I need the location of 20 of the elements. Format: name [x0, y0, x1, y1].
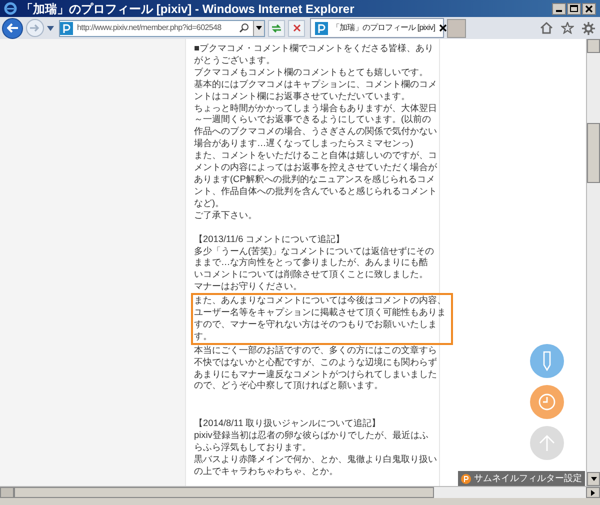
- highlighted-paragraph: また、あんまりなコメントについては今後はコメントの内容、ユーザー名等をキャプションに掲載させて頂く可能性もありますので、マナーを守れない方はそのつもりでお願いいたします。: [191, 293, 453, 345]
- paragraph: 基本的にはブクマコメはキャプションに、コメント欄のコメントはコメント欄にお返事させていただいています。: [194, 78, 437, 103]
- paragraph: 多少「うーん(苦笑)」なコメントについては返信せずにそのままで…な方向性をとって参りましたが、あんまりにも酷いコメントについては削除させて頂くことに致しました。: [194, 246, 436, 282]
- paragraph: 黒バスより赤降メインで何か、とか、鬼徹より白鬼取り扱いの上でキャラわちゃわちゃ、とか。: [194, 454, 437, 478]
- section-heading: 【2014/8/11 取り扱いジャンルについて追記】: [194, 418, 382, 430]
- paragraph: ■ブクマコメ・コメント欄でコメントをくださる皆様、ありがとうございます。: [194, 43, 435, 67]
- paragraph: pixiv登録当初は忍者の卵な彼らばかりでしたが、最近はふらふら浮気もしております。: [194, 430, 430, 454]
- paragraph: ちょっと時間がかかってしまう場合もありますが、大体翌日～一週間くらいでお返事できるようにしています。(以前の作品へのブクマコメの場合、うさぎさんの関係で気付かない場合があります…遅くなってしまったらスミマセンっ): [194, 102, 437, 150]
- thumbnail-filter-button[interactable]: サムネイルフィルター設定: [458, 471, 585, 486]
- window-title: 「加瑞」のプロフィール [pixiv] - Windows Internet Explorer: [21, 0, 356, 18]
- paragraph: また、コメントをいただけること自体は嬉しいのですが、コメントの内容によってはお返事を控えさせていただく場合があります(CP解釈への批判的なニュアンスを感じられるコメント、作品自体への批判を含んでいると感じられるコメントなど)。: [194, 150, 437, 210]
- tab-title: 「加瑞」のプロフィール [pixiv]: [332, 22, 436, 34]
- paragraph: 本当にごく一部のお話ですので、多くの方にはこの文章すら不快ではないかと心配ですが、このような辺境にも関わらずあまりにもマナー違反なコメントがつけられてしまいましたので、どうぞ心中察して頂ければと願います。: [194, 344, 437, 392]
- paragraph: マナーはお守りください。: [194, 281, 303, 294]
- browser-tab[interactable]: 「加瑞」のプロフィール [pixiv]: [310, 18, 444, 38]
- address-bar[interactable]: http://www.pixiv.net/member.php?id=602548: [59, 20, 265, 36]
- url-text: http://www.pixiv.net/member.php?id=602548: [77, 22, 222, 34]
- paragraph: ブクマコメもコメント欄のコメントもとても嬉しいです。: [194, 66, 429, 79]
- section-heading: 【2013/11/6 コメントについて追記】: [194, 234, 346, 246]
- paragraph: ご了承下さい。: [194, 210, 258, 222]
